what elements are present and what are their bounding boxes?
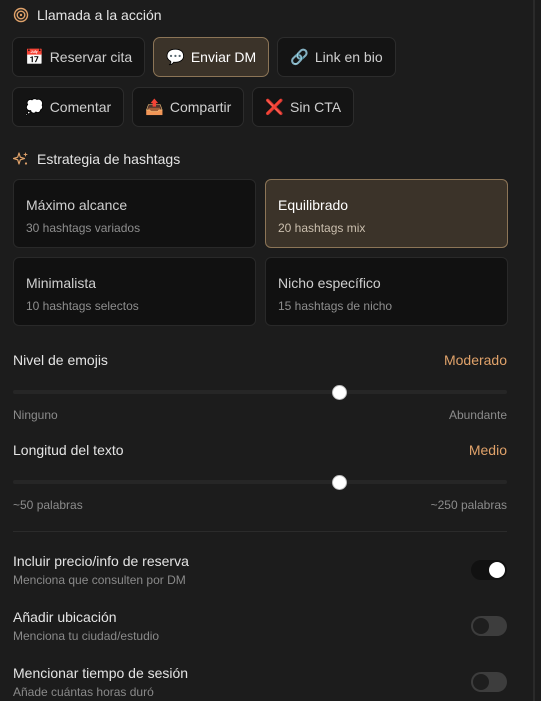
text-length-label: Longitud del texto [13,442,124,458]
toggle-knob [473,674,489,690]
scrollbar-track[interactable] [533,0,535,701]
toggle-title: Añadir ubicación [13,609,117,625]
emoji-level-slider-thumb[interactable] [331,384,347,400]
cta-option-compartir[interactable]: 📤 Compartir [132,87,245,127]
cta-option-comentar[interactable]: 💭 Comentar [12,87,125,127]
toggle-row-precio: Incluir precio/info de reserva Menciona … [13,553,507,587]
thought-bubble-icon: 💭 [25,98,44,116]
text-length-max-label: ~250 palabras [430,498,507,512]
sparkles-icon [13,151,29,167]
toggle-row-tiempo-sesion: Mencionar tiempo de sesión Añade cuántas… [13,665,507,699]
text-length-value: Medio [468,442,507,458]
hashtag-option-title: Equilibrado [278,197,349,213]
cta-options-row-1: 📅 Reservar cita 💬 Enviar DM 🔗 Link en bi… [12,37,396,77]
cross-mark-icon: ❌ [265,98,284,116]
cta-option-label: Comentar [49,99,112,115]
cta-option-label: Link en bio [314,49,383,65]
hashtag-option-nicho-especifico[interactable]: Nicho específico 15 hashtags de nicho [265,257,508,326]
link-icon: 🔗 [290,48,309,66]
calendar-icon: 📅 [25,48,44,66]
tiempo-sesion-toggle[interactable] [471,672,507,692]
cta-option-reservar-cita[interactable]: 📅 Reservar cita [12,37,146,77]
hashtag-option-equilibrado[interactable]: Equilibrado 20 hashtags mix [265,179,508,248]
cta-section-title: Llamada a la acción [37,7,162,23]
toggle-subtitle: Menciona tu ciudad/estudio [13,629,160,643]
emoji-level-control: Nivel de emojis Moderado Ninguno Abundan… [13,352,507,422]
toggle-row-ubicacion: Añadir ubicación Menciona tu ciudad/estu… [13,609,507,643]
cta-option-sin-cta[interactable]: ❌ Sin CTA [252,87,355,127]
cta-option-enviar-dm[interactable]: 💬 Enviar DM [153,37,270,77]
hashtag-section-header: Estrategia de hashtags [13,151,180,167]
hashtag-option-minimalista[interactable]: Minimalista 10 hashtags selectos [13,257,256,326]
outbox-icon: 📤 [145,98,164,116]
cta-option-link-en-bio[interactable]: 🔗 Link en bio [277,37,396,77]
hashtag-option-subtitle: 15 hashtags de nicho [278,299,393,313]
emoji-level-slider[interactable] [13,384,507,400]
emoji-level-min-label: Ninguno [13,408,58,422]
toggle-knob [473,618,489,634]
toggle-title: Incluir precio/info de reserva [13,553,189,569]
toggle-title: Mencionar tiempo de sesión [13,665,189,681]
emoji-level-label: Nivel de emojis [13,352,108,368]
target-icon [13,7,29,23]
ubicacion-toggle[interactable] [471,616,507,636]
emoji-level-value: Moderado [443,352,507,368]
text-length-slider-thumb[interactable] [331,474,347,490]
text-length-control: Longitud del texto Medio ~50 palabras ~2… [13,442,507,512]
toggle-subtitle: Añade cuántas horas duró [13,685,154,699]
hashtag-option-title: Nicho específico [278,275,381,291]
hashtag-option-subtitle: 10 hashtags selectos [26,299,139,313]
hashtag-option-title: Máximo alcance [26,197,128,213]
text-length-min-label: ~50 palabras [13,498,83,512]
hashtag-option-title: Minimalista [26,275,97,291]
toggle-knob [489,562,505,578]
emoji-level-max-label: Abundante [448,408,507,422]
toggle-subtitle: Menciona que consulten por DM [13,573,186,587]
hashtag-option-subtitle: 20 hashtags mix [278,221,366,235]
section-divider [13,531,507,532]
speech-bubble-icon: 💬 [166,48,185,66]
hashtag-strategy-grid: Máximo alcance 30 hashtags variados Equi… [13,179,508,326]
cta-option-label: Reservar cita [49,49,133,65]
text-length-slider[interactable] [13,474,507,490]
precio-toggle[interactable] [471,560,507,580]
cta-options-row-2: 💭 Comentar 📤 Compartir ❌ Sin CTA [12,87,355,127]
cta-option-label: Sin CTA [290,99,342,115]
hashtag-option-subtitle: 30 hashtags variados [26,221,141,235]
cta-option-label: Enviar DM [190,49,257,65]
cta-section-header: Llamada a la acción [13,7,162,23]
cta-option-label: Compartir [169,99,232,115]
hashtag-option-maximo-alcance[interactable]: Máximo alcance 30 hashtags variados [13,179,256,248]
hashtag-section-title: Estrategia de hashtags [37,151,181,167]
